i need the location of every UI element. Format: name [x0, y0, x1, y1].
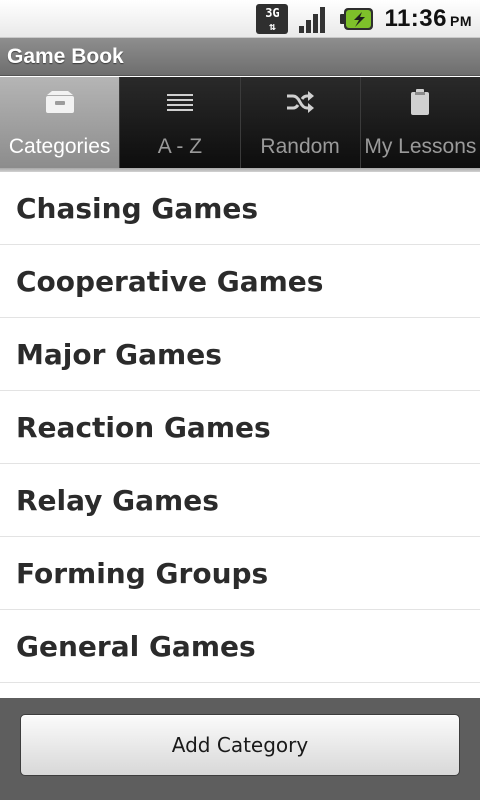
tab-my-lessons[interactable]: My Lessons — [360, 77, 480, 168]
tab-label: A - Z — [157, 135, 203, 158]
category-label: Major Games — [16, 337, 222, 371]
title-bar: Game Book — [0, 38, 480, 76]
battery-charging-icon — [340, 7, 374, 30]
category-label: Forming Groups — [16, 556, 269, 590]
category-label: General Games — [16, 629, 256, 663]
data-arrows-icon: ⇅ — [269, 19, 276, 33]
category-label: Relay Games — [16, 483, 219, 517]
list-item[interactable]: Cooperative Games — [0, 245, 480, 318]
category-label: Chasing Games — [16, 191, 259, 225]
tab-label: My Lessons — [364, 135, 477, 158]
tab-label: Random — [260, 135, 340, 158]
clipboard-icon — [411, 89, 430, 115]
list-item[interactable]: Reaction Games — [0, 391, 480, 464]
tab-label: Categories — [8, 135, 111, 158]
tab-categories[interactable]: Categories — [0, 77, 121, 168]
list-item[interactable]: General Games — [0, 610, 480, 683]
signal-strength-icon — [299, 6, 326, 33]
clock: 11:36 PM — [384, 5, 472, 33]
tab-bar: Categories A - Z Random My Lessons — [0, 77, 480, 168]
list-item[interactable]: Forming Groups — [0, 537, 480, 610]
add-category-button[interactable]: Add Category — [20, 714, 460, 776]
clock-ampm: PM — [450, 12, 472, 29]
app-screen: 3G ⇅ 11:36 PM Game Book Categories A - Z… — [0, 0, 480, 800]
app-title: Game Book — [7, 44, 124, 68]
category-label: Cooperative Games — [16, 264, 324, 298]
tray-icon — [45, 91, 74, 113]
list-item[interactable]: Chasing Games — [0, 172, 480, 245]
status-bar: 3G ⇅ 11:36 PM — [0, 0, 480, 38]
bottom-bar: Add Category — [0, 698, 480, 800]
category-label: Reaction Games — [16, 410, 271, 444]
network-3g-icon: 3G ⇅ — [256, 3, 289, 34]
list-item[interactable]: Major Games — [0, 318, 480, 391]
shuffle-icon — [287, 91, 315, 113]
tab-a-z[interactable]: A - Z — [120, 77, 241, 168]
list-item[interactable]: Relay Games — [0, 464, 480, 537]
list-lines-icon — [166, 94, 193, 111]
category-list[interactable]: Chasing Games Cooperative Games Major Ga… — [0, 172, 480, 698]
clock-time: 11:36 — [384, 4, 447, 32]
network-type: 3G — [265, 5, 280, 20]
tab-random[interactable]: Random — [240, 77, 361, 168]
